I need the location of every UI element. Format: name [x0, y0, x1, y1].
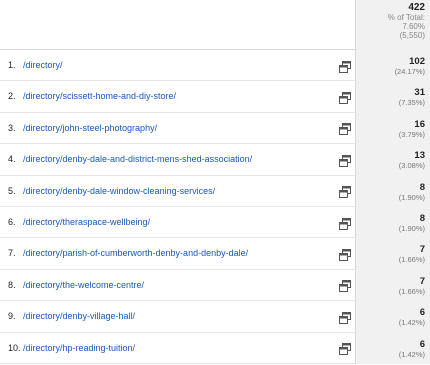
page-link[interactable]: /directory/hp-reading-tuition/ — [23, 333, 135, 364]
table-row: 10./directory/hp-reading-tuition/6 (1.42%… — [0, 332, 430, 364]
metric-value: 7 — [419, 275, 425, 287]
metric-cell: 102 (24.17%) — [355, 50, 430, 82]
page-link[interactable]: /directory/the-welcome-centre/ — [23, 270, 144, 301]
metric-value: 102 — [409, 56, 425, 67]
metric-value: 8 — [419, 213, 425, 224]
total-value: 422 — [408, 2, 425, 13]
metric-percentage: (1.42%) — [398, 318, 425, 328]
page-link[interactable]: /directory/denby-dale-window-cleaning-se… — [23, 176, 215, 207]
page-link[interactable]: /directory/scissett-home-and-diy-store/ — [23, 81, 176, 112]
row-rank: 9. — [8, 311, 16, 322]
table-row: 5. /directory/denby-dale-window-cleaning-… — [0, 175, 430, 207]
metric-cell: 7 (1.66%) — [355, 238, 430, 270]
metric-cell: 7 (1.66%) — [355, 269, 430, 302]
metric-percentage: (1.90%) — [398, 224, 425, 233]
total-label: % of Total: — [387, 13, 425, 22]
top-pages-table: 422 % of Total: 7.60% (5,550) 1. /directo… — [0, 0, 430, 365]
metric-cell: 6 (1.42%) — [355, 301, 430, 333]
row-rank: 6. — [8, 217, 16, 227]
total-absolute: (5,550) — [399, 31, 425, 40]
table-row: 3. /directory/john-steel-photography/16 (3… — [0, 112, 430, 145]
open-in-new-window-icon[interactable] — [339, 91, 351, 103]
metric-cell: 31 (7.35%) — [355, 81, 430, 113]
row-rank: 2. — [8, 91, 16, 102]
metric-percentage: (3.79%) — [398, 129, 425, 139]
page-link[interactable]: /directory/theraspace-wellbeing/ — [23, 207, 150, 238]
metric-percentage: (1.42%) — [398, 349, 425, 359]
metric-percentage: (3.08%) — [398, 161, 425, 171]
open-in-new-window-icon[interactable] — [339, 185, 351, 197]
table-row: 9. /directory/denby-village-hall/6 (1.42%) — [0, 301, 430, 333]
table-row: 4. /directory/denby-dale-and-district-men… — [0, 144, 430, 176]
metric-value: 31 — [414, 87, 425, 99]
metric-value: 13 — [414, 150, 425, 162]
header-metric-cell: 422 % of Total: 7.60% (5,550) — [355, 0, 430, 50]
page-link[interactable]: /directory/john-steel-photography/ — [23, 113, 157, 144]
table-row: 6. /directory/theraspace-wellbeing/8 (1.90… — [0, 207, 430, 239]
page-link[interactable]: /directory/denby-village-hall/ — [23, 301, 135, 332]
metric-percentage: (7.35%) — [398, 98, 425, 108]
row-rank: 8. — [8, 279, 16, 290]
page-link[interactable]: /directory/ — [23, 50, 63, 81]
total-percentage: 7.60% — [402, 22, 425, 31]
metric-value: 8 — [419, 181, 425, 193]
metric-percentage: (1.66%) — [398, 255, 425, 265]
row-rank: 5. — [8, 185, 16, 196]
table-row: 2. /directory/scissett-home-and-diy-store… — [0, 81, 430, 113]
header-dimension-cell — [0, 0, 355, 50]
metric-percentage: (1.66%) — [398, 286, 425, 296]
metric-cell: 8 (1.90%) — [355, 207, 430, 239]
metric-value: 7 — [419, 244, 425, 256]
metric-cell: 13 (3.08%) — [355, 144, 430, 176]
open-in-new-window-icon[interactable] — [339, 248, 351, 260]
metric-percentage: (24.17%) — [394, 67, 425, 76]
metric-value: 16 — [414, 118, 425, 130]
page-link[interactable]: /directory/denby-dale-and-district-mens-… — [23, 144, 252, 175]
metric-cell: 16 (3.79%) — [355, 112, 430, 145]
table-row: 7. /directory/parish-of-cumberworth-denby… — [0, 238, 430, 270]
open-in-new-window-icon[interactable] — [339, 154, 351, 166]
row-rank: 3. — [8, 122, 16, 133]
open-in-new-window-icon[interactable] — [339, 342, 351, 354]
table-header: 422 % of Total: 7.60% (5,550) — [0, 0, 430, 50]
open-in-new-window-icon[interactable] — [339, 122, 351, 134]
table-row: 1. /directory/102 (24.17%) — [0, 50, 430, 82]
metric-value: 6 — [419, 307, 425, 319]
row-rank: 7. — [8, 248, 16, 259]
open-in-new-window-icon[interactable] — [339, 311, 351, 323]
row-rank: 4. — [8, 154, 16, 165]
open-in-new-window-icon[interactable] — [339, 279, 351, 291]
table-row: 8. /directory/the-welcome-centre/7 (1.66%) — [0, 269, 430, 302]
page-link[interactable]: /directory/parish-of-cumberworth-denby-a… — [23, 238, 248, 269]
metric-cell: 6 (1.42%) — [355, 332, 430, 364]
metric-percentage: (1.90%) — [398, 192, 425, 202]
row-rank: 1. — [8, 60, 16, 70]
metric-cell: 8 (1.90%) — [355, 175, 430, 207]
metric-value: 6 — [419, 338, 425, 350]
open-in-new-window-icon[interactable] — [339, 60, 351, 72]
row-rank: 10. — [8, 342, 21, 353]
open-in-new-window-icon[interactable] — [339, 217, 351, 229]
